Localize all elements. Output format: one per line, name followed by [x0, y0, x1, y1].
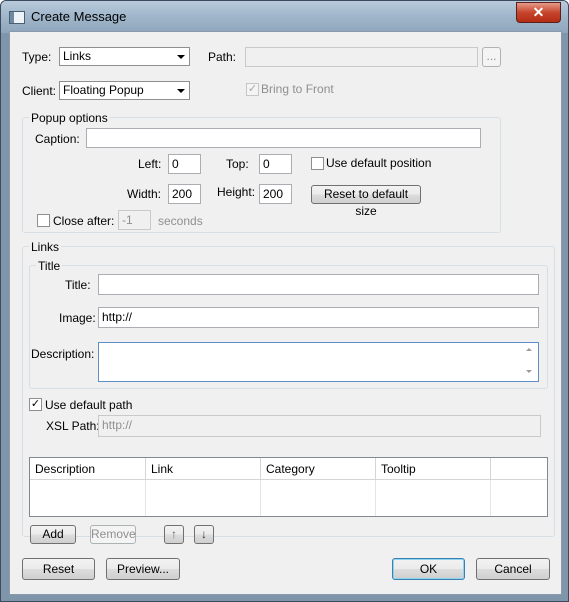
client-select[interactable]: Floating Popup [59, 81, 190, 100]
type-select-value: Links [63, 49, 92, 63]
xsl-path-label: XSL Path: [46, 419, 100, 433]
popup-options-legend: Popup options [29, 111, 110, 125]
links-legend: Links [29, 240, 62, 254]
column-header-filler [491, 458, 547, 480]
top-input[interactable]: 0 [259, 154, 292, 174]
type-label: Type: [22, 50, 52, 64]
client-label: Client: [22, 84, 57, 98]
height-input[interactable]: 200 [259, 184, 292, 204]
browse-path-button[interactable]: ... [482, 47, 501, 67]
dialog-body: Type: Links Path: ... Client: Floating P… [9, 31, 562, 595]
left-input[interactable]: 0 [168, 154, 201, 174]
description-label: Description: [31, 347, 95, 361]
description-textarea[interactable] [98, 342, 539, 382]
move-up-button[interactable]: ↑ [164, 525, 184, 544]
column-header-tooltip[interactable]: Tooltip [376, 458, 491, 480]
column-header-link[interactable]: Link [146, 458, 261, 480]
title-group-legend: Title [36, 259, 63, 273]
top-label: Top: [226, 157, 249, 171]
path-field[interactable] [245, 47, 478, 67]
move-down-button[interactable]: ↓ [194, 525, 214, 544]
path-label: Path: [208, 50, 237, 64]
bring-to-front-checkbox[interactable]: ✓ [246, 83, 259, 96]
caption-label: Caption: [35, 132, 80, 146]
chevron-down-icon [177, 89, 185, 93]
table-column [261, 480, 376, 516]
scroll-down-icon[interactable] [526, 370, 532, 373]
use-default-position-label: Use default position [326, 156, 432, 170]
use-default-path-label: Use default path [45, 398, 133, 412]
close-button[interactable]: ✕ [516, 2, 561, 23]
window-title: Create Message [31, 9, 127, 24]
close-after-input[interactable]: -1 [118, 210, 151, 230]
reset-button[interactable]: Reset [22, 558, 95, 580]
height-label: Height: [217, 185, 256, 199]
arrow-down-icon: ↓ [201, 527, 207, 541]
create-message-window: Create Message ✕ Type: Links Path: ... C… [0, 0, 569, 602]
preview-button[interactable]: Preview... [106, 558, 180, 580]
seconds-label: seconds [158, 214, 203, 228]
client-select-value: Floating Popup [63, 83, 144, 97]
width-input[interactable]: 200 [168, 184, 201, 204]
use-default-path-checkbox[interactable]: ✓ [29, 398, 42, 411]
close-after-checkbox[interactable] [37, 214, 50, 227]
description-scrollbar[interactable] [521, 344, 537, 380]
remove-link-button[interactable]: Remove [90, 525, 136, 544]
cancel-button[interactable]: Cancel [476, 558, 550, 580]
chevron-down-icon [177, 55, 185, 59]
close-after-label: Close after: [53, 214, 115, 228]
table-column [376, 480, 491, 516]
window-icon [9, 11, 25, 24]
caption-input[interactable] [86, 128, 481, 148]
title-bar: Create Message ✕ [1, 1, 568, 33]
links-table[interactable]: Description Link Category Tooltip [29, 457, 548, 517]
column-header-description[interactable]: Description [30, 458, 146, 480]
scroll-up-icon[interactable] [526, 348, 532, 351]
table-column [30, 480, 146, 516]
width-label: Width: [127, 187, 162, 201]
use-default-position-checkbox[interactable] [311, 157, 324, 170]
reset-to-default-size-button[interactable]: Reset to default size [311, 185, 421, 218]
add-link-button[interactable]: Add [30, 525, 76, 544]
image-label: Image: [59, 311, 96, 325]
ok-button[interactable]: OK [392, 558, 465, 580]
bring-to-front-label: Bring to Front [261, 82, 334, 96]
column-header-category[interactable]: Category [261, 458, 376, 480]
type-select[interactable]: Links [59, 47, 190, 66]
table-column [146, 480, 261, 516]
xsl-path-input[interactable]: http:// [98, 415, 541, 437]
arrow-up-icon: ↑ [171, 527, 177, 541]
title-input[interactable] [98, 274, 539, 295]
left-label: Left: [138, 157, 162, 171]
image-input[interactable]: http:// [98, 307, 539, 328]
title-label: Title: [65, 278, 91, 292]
